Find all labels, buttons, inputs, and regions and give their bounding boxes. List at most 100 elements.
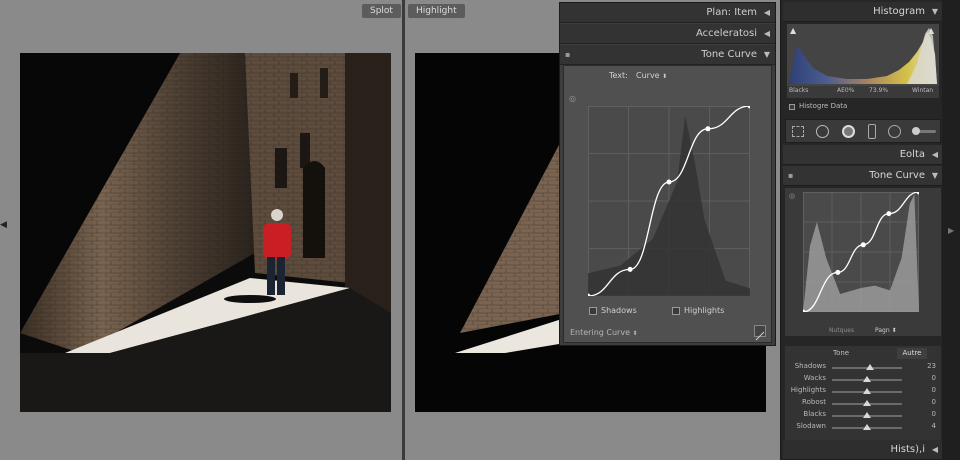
collapse-arrow-icon[interactable]: ◀: [764, 3, 770, 23]
slider-value[interactable]: 0: [916, 386, 936, 394]
channel-select[interactable]: Pagn ⬍: [875, 327, 897, 334]
slider-highlights[interactable]: Highlights 0: [786, 386, 936, 398]
highlights-checkbox[interactable]: [672, 307, 680, 315]
slider-label: Slodawn: [796, 422, 826, 430]
slider-label: Blacks: [803, 410, 826, 418]
channel-text-label: Text:: [609, 71, 628, 80]
right-view-label[interactable]: Highlight: [408, 4, 465, 18]
channel-left-label: Nutques: [829, 327, 855, 334]
panel-header-label: Tone Curve: [701, 49, 757, 60]
edit-title: Eolta: [899, 149, 925, 160]
right-panel-scrollbar[interactable]: ▶: [942, 0, 960, 460]
point-curve-value: Entering Curve: [570, 328, 630, 337]
histogram-label: Blacks: [789, 87, 809, 94]
slider-blacks[interactable]: Blacks 0: [786, 410, 936, 422]
panel-header-label: Acceleratosi: [695, 28, 757, 39]
show-histogram-data-checkbox[interactable]: [789, 104, 795, 110]
slider-value[interactable]: 4: [916, 422, 936, 430]
dropdown-arrow-icon: ⬍: [632, 330, 638, 337]
curve-point: [705, 126, 711, 132]
histogram-label: Wintan: [912, 87, 934, 94]
collapse-arrow-icon[interactable]: ◀: [932, 440, 938, 460]
compare-divider[interactable]: [402, 0, 405, 460]
tone-curve-header[interactable]: ▪ Tone Curve ▼: [783, 166, 943, 186]
histogram-label: 73.9%: [869, 87, 889, 94]
slider-wacks[interactable]: Wacks 0: [786, 374, 936, 386]
crop-tool-icon[interactable]: [792, 126, 804, 137]
curve-point: [666, 179, 672, 185]
slider-knob[interactable]: [863, 412, 871, 418]
histogram-panel: ▲ ▲ Blacks AE0% 73.9% Wintan: [787, 24, 939, 98]
slider-value[interactable]: 0: [916, 398, 936, 406]
tone-curve-title: Tone Curve: [869, 170, 925, 181]
curve-point: [835, 269, 841, 275]
collapse-arrow-icon[interactable]: ◀: [764, 24, 770, 44]
target-adjust-icon[interactable]: ◎: [569, 94, 576, 103]
panel-header-label: Plan: Item: [706, 7, 757, 18]
left-view-label[interactable]: Splot: [362, 4, 401, 18]
collapse-arrow-icon[interactable]: ▼: [932, 2, 938, 22]
slider-label: Robost: [802, 398, 826, 406]
slider-label: Shadows: [794, 362, 826, 370]
channel-select[interactable]: Curve ⬍: [636, 71, 667, 80]
expand-arrow-icon[interactable]: ▼: [764, 45, 770, 65]
panel-toggle-dot-icon[interactable]: ▪: [788, 166, 793, 186]
channel-select-value: Curve: [636, 71, 660, 80]
red-eye-icon[interactable]: [842, 125, 855, 138]
histogram-header[interactable]: Histogram ▼: [783, 2, 943, 22]
histogram-graph[interactable]: ▲ ▲: [787, 24, 939, 86]
curve-point: [886, 211, 892, 217]
panel-header-plan-item[interactable]: Plan: Item ◀: [560, 3, 775, 23]
histogram-title: Histogram: [873, 6, 925, 17]
edit-header[interactable]: Eolta ◀: [783, 145, 943, 165]
panel-toggle-dot-icon[interactable]: ▪: [565, 45, 570, 65]
collapse-arrow-icon[interactable]: ◀: [932, 145, 938, 165]
tone-curve-section: ◎ Nutques Pagn ⬍: [785, 188, 941, 336]
dropdown-arrow-icon: ⬍: [891, 327, 897, 334]
slider-value[interactable]: 0: [916, 410, 936, 418]
radial-filter-icon[interactable]: [888, 125, 901, 138]
slider-robost[interactable]: Robost 0: [786, 398, 936, 410]
slider-label: Highlights: [790, 386, 826, 394]
slider-knob[interactable]: [863, 400, 871, 406]
edit-point-curve-icon[interactable]: [754, 325, 766, 341]
left-panel-toggle-icon[interactable]: ◀: [0, 220, 7, 232]
spot-removal-icon[interactable]: [816, 125, 829, 138]
tone-curve-graph[interactable]: [588, 106, 750, 296]
target-adjust-icon[interactable]: ◎: [789, 192, 795, 200]
expand-arrow-icon[interactable]: ▼: [932, 166, 938, 186]
panel-header-accelerators[interactable]: Acceleratosi ◀: [560, 24, 775, 44]
slider-slodawn[interactable]: Slodawn 4: [786, 422, 936, 434]
tool-strip: [785, 119, 941, 143]
show-histogram-data-label: Histogre Data: [799, 102, 848, 110]
auto-button[interactable]: Autre: [897, 348, 927, 359]
slider-knob[interactable]: [865, 364, 874, 370]
bottom-section-header[interactable]: Hists),i ◀: [783, 440, 943, 460]
tone-label: Tone: [833, 349, 850, 357]
slider-value[interactable]: 23: [916, 362, 936, 370]
tone-curve-popout-panel: Plan: Item ◀ Acceleratosi ◀ ▪ Tone Curve…: [559, 2, 776, 346]
sidebar-tone-curve-graph[interactable]: [803, 192, 919, 312]
slider-knob[interactable]: [863, 424, 871, 430]
slider-value[interactable]: 0: [916, 374, 936, 382]
curve-point: [627, 266, 633, 272]
lightroom-window: ◀ Splot Highlight Plan: Item ◀ Accelerat…: [0, 0, 960, 460]
slider-knob[interactable]: [863, 388, 871, 394]
svg-text:▲: ▲: [790, 26, 797, 35]
photo-before[interactable]: [20, 53, 391, 412]
slider-knob[interactable]: [863, 376, 871, 382]
histogram-label: AE0%: [837, 87, 855, 94]
point-curve-select[interactable]: Entering Curve ⬍: [570, 328, 638, 337]
panel-header-tone-curve[interactable]: ▪ Tone Curve ▼: [560, 45, 775, 65]
right-panel-toggle-icon[interactable]: ▶: [948, 226, 954, 235]
graduated-filter-icon[interactable]: [868, 124, 876, 139]
shadows-checkbox[interactable]: [589, 307, 597, 315]
tone-curve-body: Text: Curve ⬍ ◎ Shadows Highlights Enter…: [563, 65, 772, 343]
svg-text:▲: ▲: [928, 26, 935, 35]
slider-shadows[interactable]: Shadows 23: [786, 362, 936, 374]
bottom-section-title: Hists),i: [890, 444, 926, 455]
shadows-label: Shadows: [601, 306, 637, 315]
curve-point: [860, 242, 866, 248]
channel-select-value: Pagn: [875, 327, 890, 334]
adjustment-brush-icon[interactable]: [912, 127, 936, 135]
